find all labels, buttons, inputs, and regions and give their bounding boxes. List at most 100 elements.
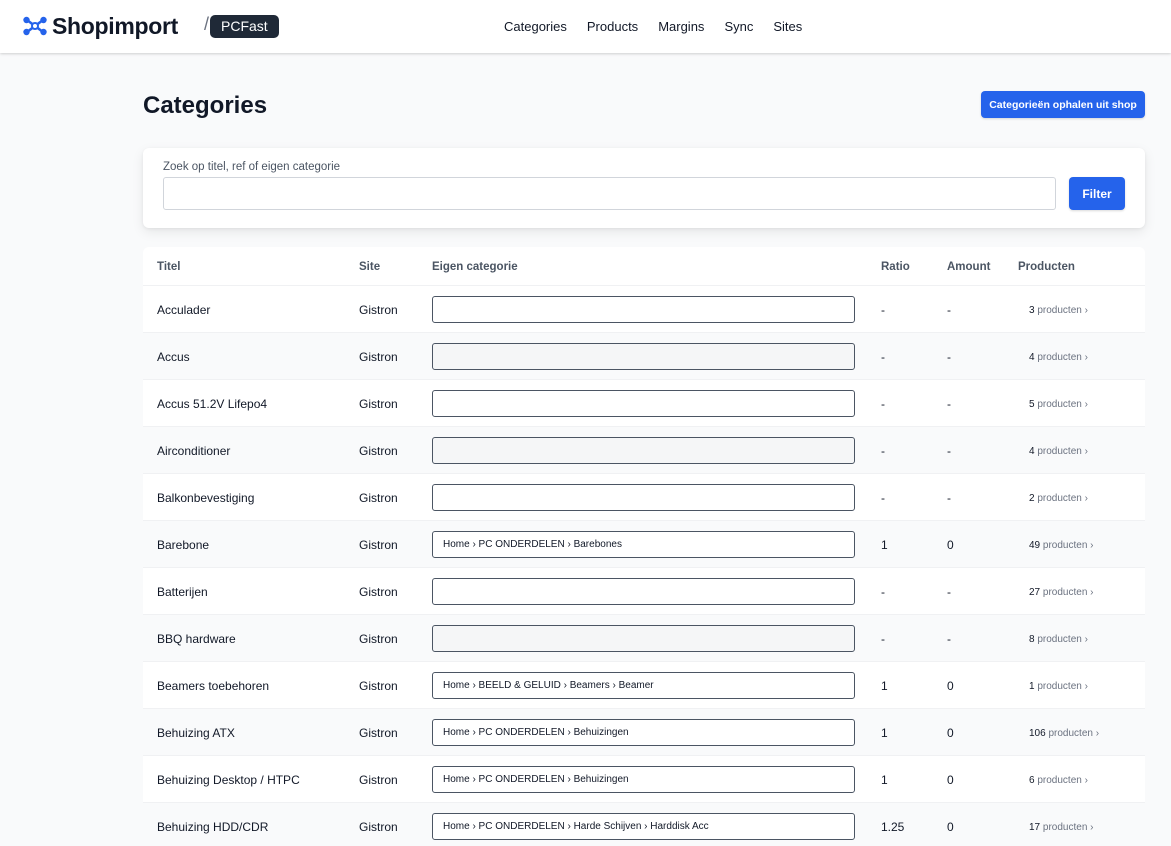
row-site: Gistron: [359, 538, 398, 552]
row-site: Gistron: [359, 491, 398, 505]
category-select[interactable]: [432, 390, 855, 417]
row-ratio: 1: [881, 773, 888, 787]
site-badge[interactable]: PCFast: [210, 15, 279, 38]
row-site: Gistron: [359, 726, 398, 740]
table-row: Barebone Gistron Home › PC ONDERDELEN › Ba…: [143, 521, 1145, 568]
row-title: BBQ hardware: [157, 632, 236, 646]
row-amount: -: [947, 585, 951, 599]
page-title: Categories: [143, 92, 268, 119]
row-site: Gistron: [359, 632, 398, 646]
products-link[interactable]: 6 producten ›: [1029, 774, 1088, 788]
nav-sync[interactable]: Sync: [724, 19, 753, 35]
row-site: Gistron: [359, 679, 398, 693]
brand-logo[interactable]: Shopimport: [22, 12, 178, 40]
column-header-amount[interactable]: Amount: [947, 261, 990, 273]
nav-categories[interactable]: Categories: [504, 19, 567, 35]
products-label: producten ›: [1037, 681, 1088, 692]
row-amount: -: [947, 303, 951, 317]
products-count: 5: [1029, 399, 1035, 410]
category-select[interactable]: Home › BEELD & GELUID › Beamers › Beamer: [432, 672, 855, 699]
products-link[interactable]: 4 producten ›: [1029, 351, 1088, 365]
row-title: Batterijen: [157, 585, 208, 599]
products-link[interactable]: 106 producten ›: [1029, 727, 1099, 741]
table-body: Acculader Gistron - - 3 producten › Accus Gist…: [143, 286, 1145, 846]
row-ratio: 1.25: [881, 820, 905, 834]
products-label: producten ›: [1042, 540, 1094, 551]
nav-margins[interactable]: Margins: [658, 19, 704, 35]
filter-button[interactable]: Filter: [1069, 177, 1125, 210]
row-ratio: -: [881, 350, 885, 364]
products-label: producten ›: [1042, 822, 1094, 833]
table-row: Beamers toebehoren Gistron Home › BEELD & …: [143, 662, 1145, 709]
category-select[interactable]: Home › PC ONDERDELEN › Harde Schijven › …: [432, 813, 855, 840]
brand-name: Shopimport: [52, 12, 179, 39]
products-link[interactable]: 5 producten ›: [1029, 398, 1088, 412]
site-separator: /: [204, 14, 210, 34]
search-input[interactable]: [163, 177, 1056, 210]
column-header-title[interactable]: Titel: [157, 261, 180, 273]
row-ratio: -: [881, 444, 885, 458]
table-row: Airconditioner Gistron - - 4 producten ›: [143, 427, 1145, 474]
drone-icon: [23, 16, 47, 36]
row-title: Barebone: [157, 538, 210, 552]
column-header-site[interactable]: Site: [359, 261, 380, 273]
row-ratio: -: [881, 632, 885, 646]
products-link[interactable]: 1 producten ›: [1029, 680, 1088, 694]
row-title: Acculader: [157, 303, 211, 317]
row-ratio: 1: [881, 679, 888, 693]
filter-panel: Zoek op titel, ref of eigen categorie Fi…: [143, 148, 1145, 228]
nav-sites[interactable]: Sites: [773, 19, 802, 35]
category-select[interactable]: [432, 484, 855, 511]
row-ratio: -: [881, 491, 885, 505]
products-count: 3: [1029, 305, 1035, 316]
row-amount: 0: [947, 679, 954, 693]
products-count: 1: [1029, 681, 1035, 692]
row-site: Gistron: [359, 585, 398, 599]
row-amount: -: [947, 397, 951, 411]
products-label: producten ›: [1037, 305, 1088, 316]
row-title: Accus 51.2V Lifepo4: [157, 397, 268, 411]
table-row: Behuizing HDD/CDR Gistron Home › PC ONDERD…: [143, 803, 1145, 846]
products-label: producten ›: [1037, 399, 1088, 410]
products-link[interactable]: 17 producten ›: [1029, 821, 1094, 835]
row-ratio: 1: [881, 538, 888, 552]
products-link[interactable]: 3 producten ›: [1029, 304, 1088, 318]
column-header-products[interactable]: Producten: [1018, 261, 1075, 273]
row-site: Gistron: [359, 444, 398, 458]
row-title: Accus: [157, 350, 190, 364]
category-select[interactable]: [432, 625, 855, 652]
main-nav: Categories Products Margins Sync Sites: [504, 19, 802, 35]
products-link[interactable]: 49 producten ›: [1029, 539, 1094, 553]
column-header-ratio[interactable]: Ratio: [881, 261, 910, 273]
table-row: Behuizing Desktop / HTPC Gistron Home › PC…: [143, 756, 1145, 803]
products-link[interactable]: 2 producten ›: [1029, 492, 1088, 506]
top-navbar: Shopimport / PCFast Categories Products …: [0, 0, 1171, 53]
row-ratio: 1: [881, 726, 888, 740]
category-select[interactable]: Home › PC ONDERDELEN › Behuizingen: [432, 766, 855, 793]
category-select[interactable]: [432, 437, 855, 464]
category-select[interactable]: Home › PC ONDERDELEN › Behuizingen: [432, 719, 855, 746]
products-count: 6: [1029, 775, 1035, 786]
row-title: Balkonbevestiging: [157, 491, 255, 505]
table-row: Batterijen Gistron - - 27 producten ›: [143, 568, 1145, 615]
table-row: Balkonbevestiging Gistron - - 2 producten ›: [143, 474, 1145, 521]
row-site: Gistron: [359, 820, 398, 834]
category-select[interactable]: [432, 578, 855, 605]
nav-products[interactable]: Products: [587, 19, 638, 35]
row-site: Gistron: [359, 397, 398, 411]
category-select[interactable]: [432, 296, 855, 323]
products-label: producten ›: [1037, 634, 1088, 645]
row-site: Gistron: [359, 350, 398, 364]
category-select[interactable]: [432, 343, 855, 370]
category-select[interactable]: Home › PC ONDERDELEN › Barebones: [432, 531, 855, 558]
column-header-category[interactable]: Eigen categorie: [432, 261, 518, 273]
products-link[interactable]: 27 producten ›: [1029, 586, 1094, 600]
products-count: 4: [1029, 352, 1035, 363]
row-ratio: -: [881, 303, 885, 317]
row-title: Behuizing ATX: [157, 726, 235, 740]
products-link[interactable]: 8 producten ›: [1029, 633, 1088, 647]
products-label: producten ›: [1037, 775, 1088, 786]
fetch-categories-button[interactable]: Categorieën ophalen uit shop: [981, 91, 1145, 118]
products-label: producten ›: [1037, 352, 1088, 363]
products-link[interactable]: 4 producten ›: [1029, 445, 1088, 459]
